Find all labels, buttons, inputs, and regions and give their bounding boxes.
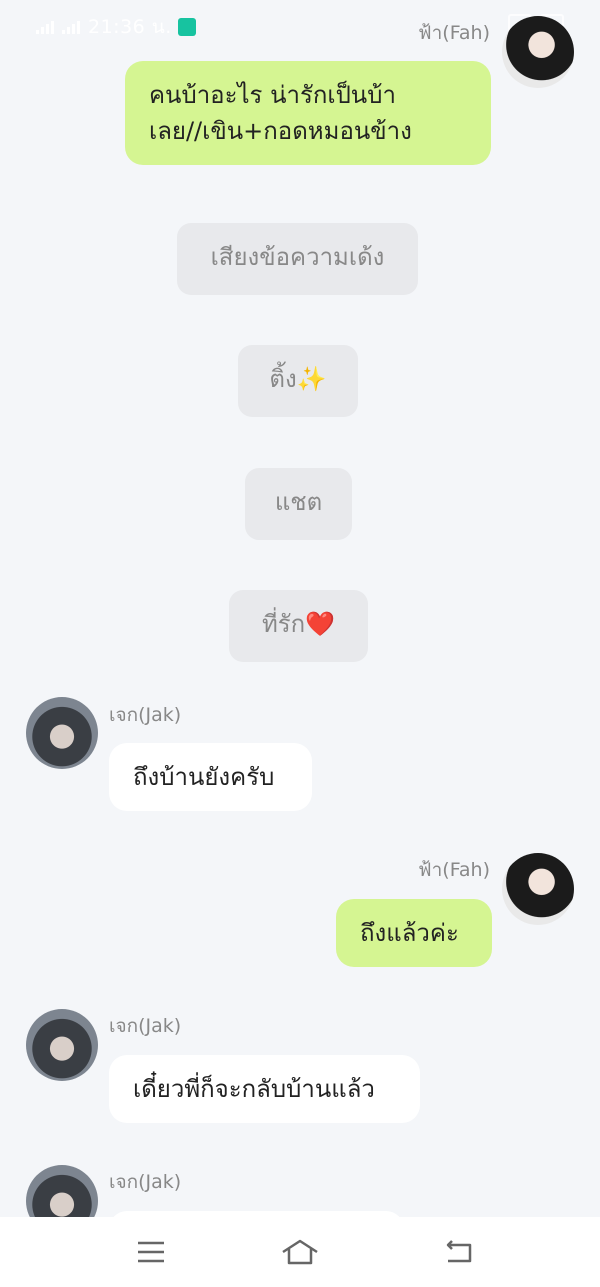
system-message: แชต [245,468,352,540]
avatar-fah[interactable] [502,16,574,88]
home-icon[interactable] [280,1237,320,1267]
avatar-fah[interactable] [502,853,574,925]
message-text-line: เลย//เขิน+กอดหมอนข้าง [149,117,412,145]
system-message: เสียงข้อความเด้ง [177,223,418,295]
message-bubble-outgoing[interactable]: ถึงแล้วค่ะ [336,899,492,967]
message-text-line: คนบ้าอะไร น่ารักเป็นบ้า [149,81,396,109]
avatar-jak[interactable] [26,1009,98,1081]
avatar-jak[interactable] [26,697,98,769]
menu-icon[interactable] [135,1237,167,1267]
signal-icon [62,20,82,34]
sender-name-fah: ฟ้า(Fah) [418,22,490,44]
sender-name-jak: เจก(Jak) [109,1015,182,1037]
signal-icon [36,20,56,34]
system-message: ติ้ง✨ [238,345,358,417]
system-nav-bar [0,1217,600,1287]
sender-name-jak: เจก(Jak) [109,704,182,726]
system-message: ที่รัก❤️ [229,590,368,662]
message-bubble-outgoing[interactable]: คนบ้าอะไร น่ารักเป็นบ้า เลย//เขิน+กอดหมอ… [125,61,491,165]
status-time: 21:36 น. [88,16,172,38]
sender-name-jak: เจก(Jak) [109,1171,182,1193]
message-bubble-incoming[interactable]: เดี๋ยวพี่ก็จะกลับบ้านแล้ว [109,1055,420,1123]
sender-name-fah: ฟ้า(Fah) [418,859,490,881]
app-notification-icon [177,18,196,36]
message-bubble-incoming[interactable]: ถึงบ้านยังครับ [109,743,312,811]
back-icon[interactable] [442,1237,474,1267]
